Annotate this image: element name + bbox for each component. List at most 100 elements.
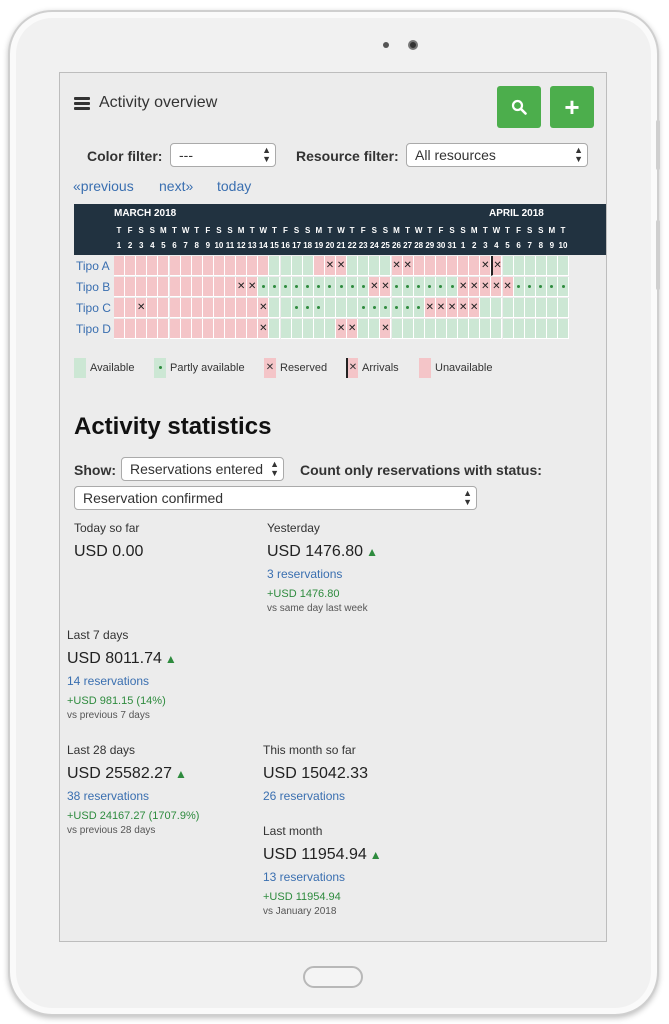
partly-available-cell[interactable]: [358, 277, 370, 297]
unavailable-cell[interactable]: [236, 319, 248, 339]
available-cell[interactable]: [291, 319, 303, 339]
unavailable-cell[interactable]: [447, 256, 459, 276]
menu-icon[interactable]: [74, 97, 90, 110]
partly-available-cell[interactable]: [391, 277, 403, 297]
available-cell[interactable]: [535, 319, 547, 339]
unavailable-cell[interactable]: [202, 298, 214, 318]
home-button[interactable]: [303, 966, 363, 988]
partly-available-cell[interactable]: [524, 277, 536, 297]
partly-available-cell[interactable]: [347, 277, 359, 297]
available-cell[interactable]: [491, 298, 503, 318]
partly-available-cell[interactable]: [447, 277, 459, 297]
available-cell[interactable]: [435, 319, 447, 339]
unavailable-cell[interactable]: [247, 298, 259, 318]
reserved-cell[interactable]: ✕: [424, 298, 436, 318]
partly-available-cell[interactable]: [313, 277, 325, 297]
available-cell[interactable]: [280, 298, 292, 318]
partly-available-cell[interactable]: [269, 277, 281, 297]
partly-available-cell[interactable]: [546, 277, 558, 297]
available-cell[interactable]: [558, 319, 570, 339]
reservations-link[interactable]: 26 reservations: [263, 789, 368, 803]
unavailable-cell[interactable]: [213, 256, 225, 276]
unavailable-cell[interactable]: [114, 319, 126, 339]
unavailable-cell[interactable]: [458, 256, 470, 276]
reserved-cell[interactable]: ✕: [435, 298, 447, 318]
reserved-cell[interactable]: ✕: [458, 277, 470, 297]
reserved-cell[interactable]: ✕: [380, 319, 392, 339]
available-cell[interactable]: [413, 319, 425, 339]
unavailable-cell[interactable]: [247, 256, 259, 276]
unavailable-cell[interactable]: [125, 277, 137, 297]
partly-available-cell[interactable]: [402, 277, 414, 297]
reserved-cell[interactable]: ✕: [391, 256, 403, 276]
available-cell[interactable]: [347, 298, 359, 318]
available-cell[interactable]: [491, 319, 503, 339]
unavailable-cell[interactable]: [147, 319, 159, 339]
unavailable-cell[interactable]: [213, 277, 225, 297]
available-cell[interactable]: [558, 298, 570, 318]
available-cell[interactable]: [380, 256, 392, 276]
unavailable-cell[interactable]: [413, 256, 425, 276]
available-cell[interactable]: [524, 256, 536, 276]
available-cell[interactable]: [391, 319, 403, 339]
reserved-cell[interactable]: ✕: [258, 298, 270, 318]
reserved-cell[interactable]: ✕: [458, 298, 470, 318]
available-cell[interactable]: [402, 319, 414, 339]
available-cell[interactable]: [513, 319, 525, 339]
unavailable-cell[interactable]: [158, 319, 170, 339]
available-cell[interactable]: [280, 256, 292, 276]
partly-available-cell[interactable]: [291, 277, 303, 297]
partly-available-cell[interactable]: [402, 298, 414, 318]
unavailable-cell[interactable]: [147, 277, 159, 297]
unavailable-cell[interactable]: [191, 298, 203, 318]
unavailable-cell[interactable]: [114, 256, 126, 276]
partly-available-cell[interactable]: [302, 298, 314, 318]
reserved-cell[interactable]: ✕: [136, 298, 148, 318]
unavailable-cell[interactable]: [213, 298, 225, 318]
reserved-cell[interactable]: ✕: [258, 319, 270, 339]
resource-label[interactable]: Tipo B: [76, 280, 110, 294]
reservations-link[interactable]: 38 reservations: [67, 789, 199, 803]
available-cell[interactable]: [269, 256, 281, 276]
unavailable-cell[interactable]: [225, 319, 237, 339]
status-select[interactable]: Reservation confirmed ▲ ▼: [74, 486, 477, 510]
unavailable-cell[interactable]: [469, 256, 481, 276]
partly-available-cell[interactable]: [302, 277, 314, 297]
reserved-cell[interactable]: ✕: [380, 277, 392, 297]
add-button[interactable]: +: [550, 86, 594, 128]
unavailable-cell[interactable]: [147, 298, 159, 318]
available-cell[interactable]: [291, 256, 303, 276]
available-cell[interactable]: [324, 298, 336, 318]
reserved-cell[interactable]: ✕: [336, 256, 348, 276]
reservations-link[interactable]: 13 reservations: [263, 870, 382, 884]
show-select[interactable]: Reservations entered ▲ ▼: [121, 457, 284, 481]
unavailable-cell[interactable]: [258, 256, 270, 276]
resource-label[interactable]: Tipo A: [76, 259, 110, 273]
available-cell[interactable]: [502, 298, 514, 318]
available-cell[interactable]: [502, 319, 514, 339]
partly-available-cell[interactable]: [413, 277, 425, 297]
available-cell[interactable]: [269, 319, 281, 339]
available-cell[interactable]: [469, 319, 481, 339]
available-cell[interactable]: [546, 256, 558, 276]
reserved-cell[interactable]: ✕: [247, 277, 259, 297]
unavailable-cell[interactable]: [225, 298, 237, 318]
reserved-cell[interactable]: ✕: [480, 277, 492, 297]
partly-available-cell[interactable]: [391, 298, 403, 318]
available-cell[interactable]: [524, 298, 536, 318]
unavailable-cell[interactable]: [169, 256, 181, 276]
unavailable-cell[interactable]: [191, 277, 203, 297]
unavailable-cell[interactable]: [313, 256, 325, 276]
available-cell[interactable]: [347, 256, 359, 276]
unavailable-cell[interactable]: [180, 319, 192, 339]
available-cell[interactable]: [535, 256, 547, 276]
reserved-cell[interactable]: ✕: [480, 256, 492, 276]
unavailable-cell[interactable]: [169, 319, 181, 339]
partly-available-cell[interactable]: [324, 277, 336, 297]
reserved-cell[interactable]: ✕: [447, 298, 459, 318]
available-cell[interactable]: [513, 256, 525, 276]
unavailable-cell[interactable]: [225, 256, 237, 276]
reserved-cell[interactable]: ✕: [469, 298, 481, 318]
search-button[interactable]: [497, 86, 541, 128]
unavailable-cell[interactable]: [114, 298, 126, 318]
